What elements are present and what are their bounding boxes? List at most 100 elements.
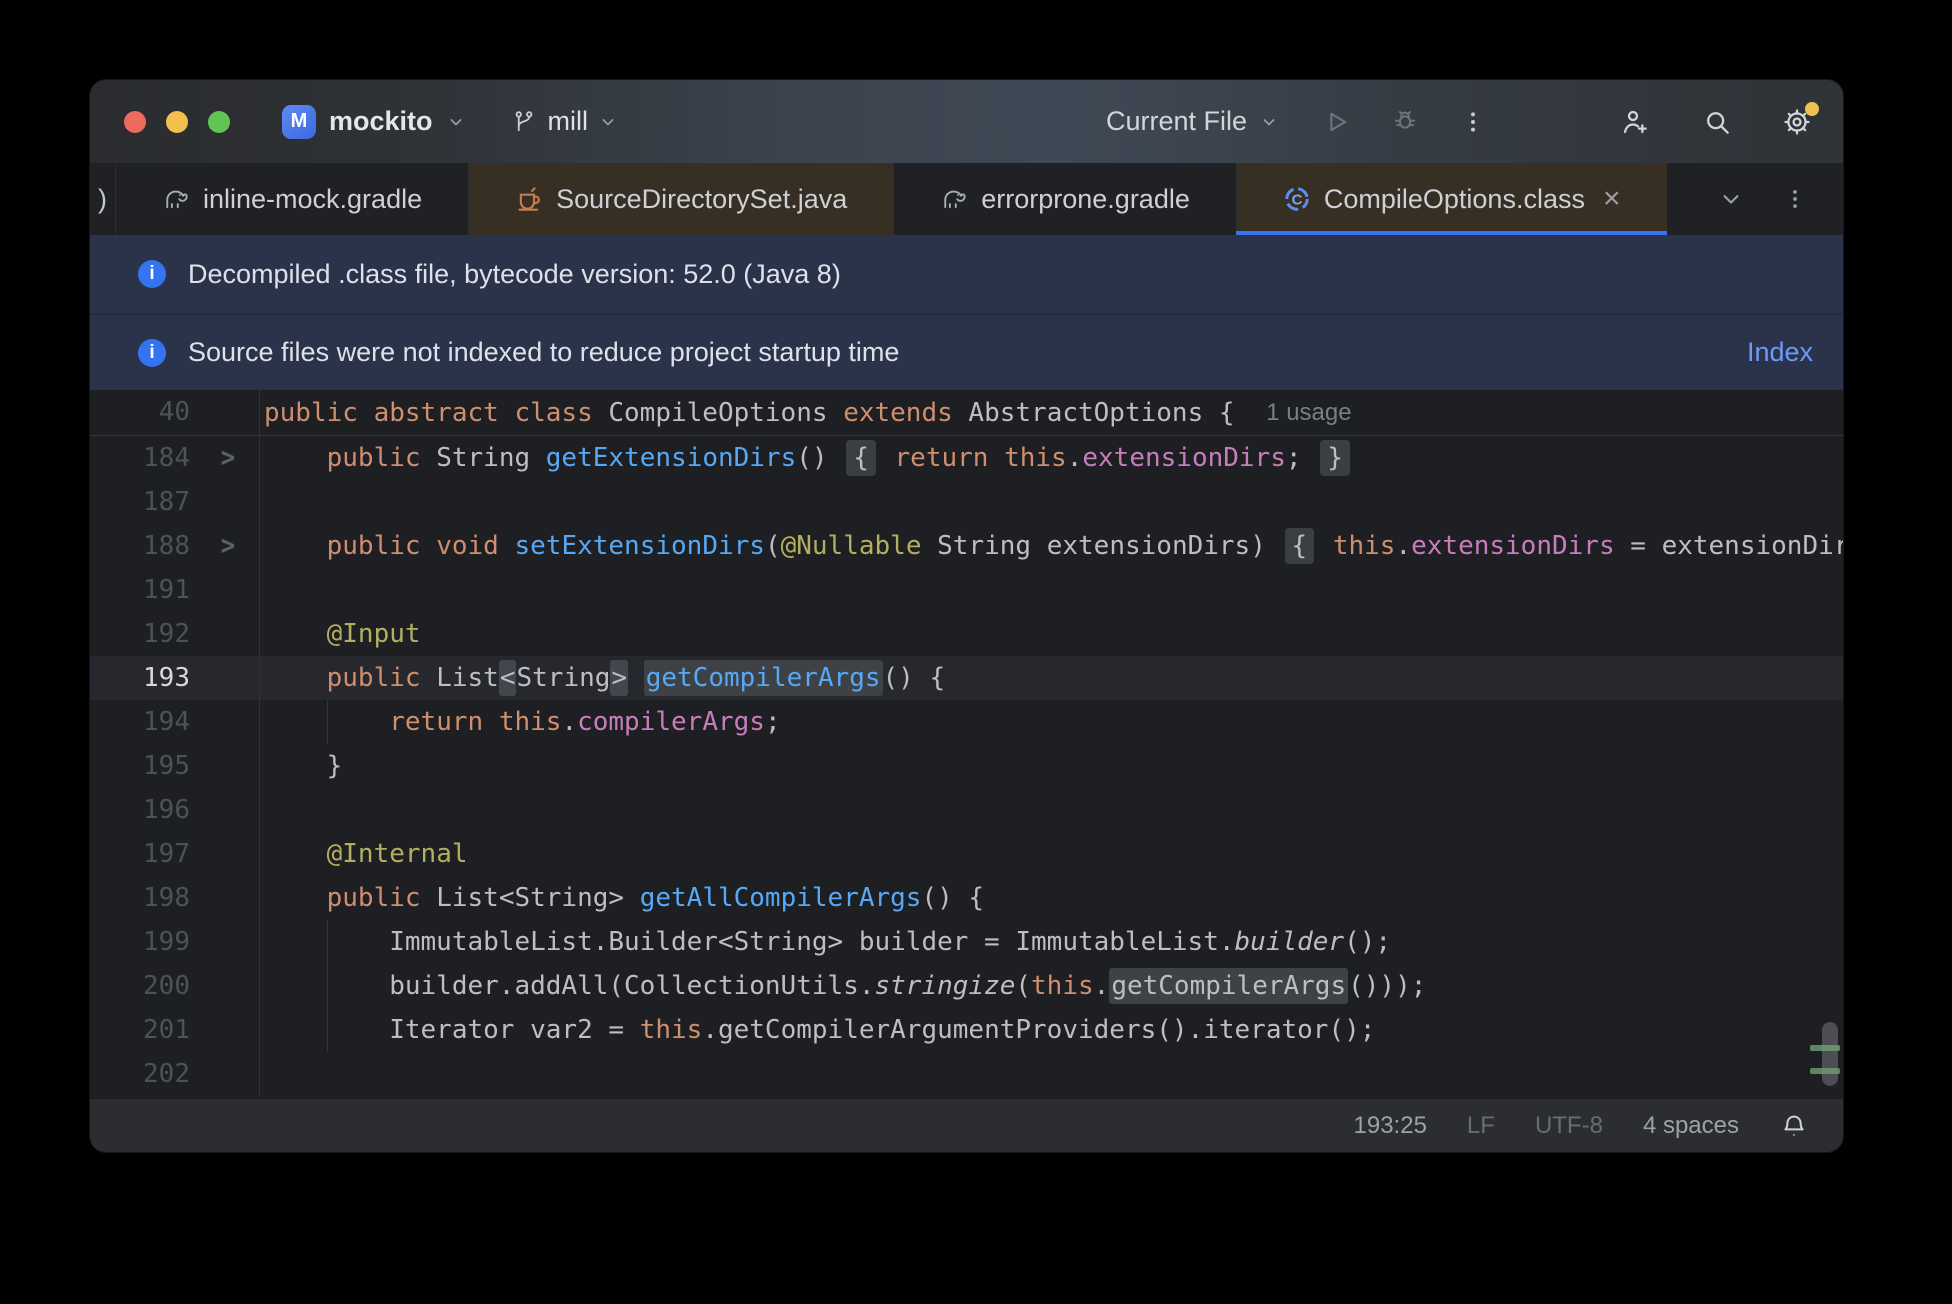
caret-position[interactable]: 193:25 (1354, 1112, 1427, 1140)
code-line-196[interactable]: 196 (90, 788, 1843, 832)
scrollbar-thumb[interactable] (1822, 1022, 1838, 1086)
tab-options-kebab-icon[interactable] (1777, 181, 1813, 217)
code-line-192[interactable]: 192 @Input (90, 612, 1843, 656)
code-line-195[interactable]: 195 } (90, 744, 1843, 788)
code-line-200[interactable]: 200 builder.addAll(CollectionUtils.strin… (90, 964, 1843, 1008)
run-configuration-selector[interactable]: Current File (1106, 106, 1279, 137)
search-icon[interactable] (1699, 104, 1735, 140)
code-line-191[interactable]: 191 (90, 568, 1843, 612)
sticky-header-line[interactable]: 40 public abstract class CompileOptions … (90, 390, 1843, 436)
tab-SourceDirectorySet.java[interactable]: SourceDirectorySet.java (468, 163, 894, 235)
project-selector[interactable]: M mockito (282, 104, 466, 139)
line-number[interactable]: 197 (90, 832, 190, 876)
code-editor[interactable]: 40 public abstract class CompileOptions … (90, 390, 1843, 1098)
fold-chevron-icon[interactable] (190, 436, 260, 480)
code-line-199[interactable]: 199 ImmutableList.Builder<String> builde… (90, 920, 1843, 964)
chevron-down-icon (598, 112, 618, 132)
fold-gutter (190, 920, 260, 964)
tab-partial[interactable]: ) (90, 163, 115, 235)
code-text[interactable]: @Internal (260, 832, 1843, 876)
notifications-bell-icon[interactable] (1779, 1111, 1809, 1141)
more-actions-button[interactable] (1455, 104, 1491, 140)
code-text[interactable]: } (260, 744, 1843, 788)
chevron-down-icon (1259, 112, 1279, 132)
code-line-198[interactable]: 198 public List<String> getAllCompilerAr… (90, 876, 1843, 920)
tab-inline-mock.gradle[interactable]: inline-mock.gradle (115, 163, 468, 235)
code-line-193[interactable]: 193 public List<String> getCompilerArgs(… (90, 656, 1843, 700)
code-text[interactable]: public String getExtensionDirs() { retur… (260, 436, 1843, 480)
code-line-194[interactable]: 194 return this.compilerArgs; (90, 700, 1843, 744)
line-number[interactable]: 40 (90, 390, 190, 435)
line-number[interactable]: 196 (90, 788, 190, 832)
git-branch-icon (510, 108, 538, 136)
code-text[interactable]: public List<String> getAllCompilerArgs()… (260, 876, 1843, 920)
code-text[interactable]: Iterator var2 = this.getCompilerArgument… (260, 1008, 1843, 1052)
code-text[interactable] (260, 568, 1843, 612)
project-icon: M (282, 104, 316, 139)
line-number[interactable]: 188 (90, 524, 190, 568)
code-text[interactable]: ImmutableList.Builder<String> builder = … (260, 920, 1843, 964)
active-tab-underline (1235, 231, 1667, 235)
fold-chevron-icon[interactable] (190, 524, 260, 568)
tab-CompileOptions.class[interactable]: C CompileOptions.class (1235, 163, 1667, 235)
line-number[interactable]: 195 (90, 744, 190, 788)
run-button[interactable] (1319, 104, 1355, 140)
fold-gutter (190, 700, 260, 744)
gradle-icon (161, 184, 191, 214)
close-tab-icon[interactable] (1603, 184, 1621, 214)
tab-errorprone.gradle[interactable]: errorprone.gradle (893, 163, 1236, 235)
minimize-window-button[interactable] (166, 110, 188, 133)
close-window-button[interactable] (124, 110, 146, 133)
usage-count-hint[interactable]: 1 usage (1266, 399, 1351, 427)
scrollbar-usage-mark[interactable] (1810, 1068, 1840, 1074)
code-text[interactable] (260, 1052, 1843, 1096)
line-number[interactable]: 184 (90, 436, 190, 480)
code-line-187[interactable]: 187 (90, 480, 1843, 524)
encoding-indicator[interactable]: UTF-8 (1535, 1112, 1603, 1140)
line-number[interactable]: 191 (90, 568, 190, 612)
settings-button[interactable] (1781, 101, 1819, 138)
branch-selector[interactable]: mill (510, 106, 619, 137)
line-number[interactable]: 202 (90, 1052, 190, 1096)
line-number[interactable]: 201 (90, 1008, 190, 1052)
code-line-188[interactable]: 188 public void setExtensionDirs(@Nullab… (90, 524, 1843, 568)
code-line-184[interactable]: 184 public String getExtensionDirs() { r… (90, 436, 1843, 480)
code-text[interactable]: public void setExtensionDirs(@Nullable S… (260, 524, 1843, 568)
code-text[interactable] (260, 788, 1843, 832)
line-ending-indicator[interactable]: LF (1467, 1112, 1495, 1140)
code-text[interactable] (260, 480, 1843, 524)
line-number[interactable]: 200 (90, 964, 190, 1008)
line-number[interactable]: 194 (90, 700, 190, 744)
code-line-202[interactable]: 202 (90, 1052, 1843, 1096)
line-number[interactable]: 192 (90, 612, 190, 656)
code-text[interactable]: return this.compilerArgs; (260, 700, 1843, 744)
tab-label: SourceDirectorySet.java (556, 183, 848, 214)
index-link[interactable]: Index (1747, 337, 1813, 368)
code-text[interactable]: public List<String> getCompilerArgs() { (260, 656, 1843, 700)
tab-label: CompileOptions.class (1323, 183, 1585, 214)
scrollbar-usage-mark[interactable] (1810, 1045, 1840, 1051)
indent-guide (326, 920, 328, 964)
banner-text: Decompiled .class file, bytecode version… (188, 258, 841, 289)
sticky-code-text: public abstract class CompileOptions ext… (264, 397, 1251, 428)
banner-text: Source files were not indexed to reduce … (188, 337, 900, 367)
hidden-tabs-chevron-icon[interactable] (1713, 181, 1749, 217)
fold-gutter (190, 612, 260, 656)
line-number[interactable]: 187 (90, 480, 190, 524)
line-number[interactable]: 199 (90, 920, 190, 964)
svg-text:C: C (1291, 191, 1302, 208)
code-text[interactable]: @Input (260, 612, 1843, 656)
line-number[interactable]: 198 (90, 876, 190, 920)
tab-strip: ) inline-mock.gradle SourceDirectorySet.ja… (90, 163, 1683, 235)
zoom-window-button[interactable] (208, 110, 230, 133)
code-text[interactable]: builder.addAll(CollectionUtils.stringize… (260, 964, 1843, 1008)
chevron-down-icon (446, 112, 466, 132)
code-line-197[interactable]: 197 @Internal (90, 832, 1843, 876)
run-configuration-label: Current File (1105, 106, 1247, 136)
code-line-201[interactable]: 201 Iterator var2 = this.getCompilerArgu… (90, 1008, 1843, 1052)
code-with-me-icon[interactable] (1617, 104, 1653, 140)
line-number[interactable]: 193 (90, 656, 190, 700)
tab-label: errorprone.gradle (981, 183, 1190, 214)
debug-button[interactable] (1387, 104, 1423, 140)
indent-indicator[interactable]: 4 spaces (1643, 1112, 1739, 1140)
